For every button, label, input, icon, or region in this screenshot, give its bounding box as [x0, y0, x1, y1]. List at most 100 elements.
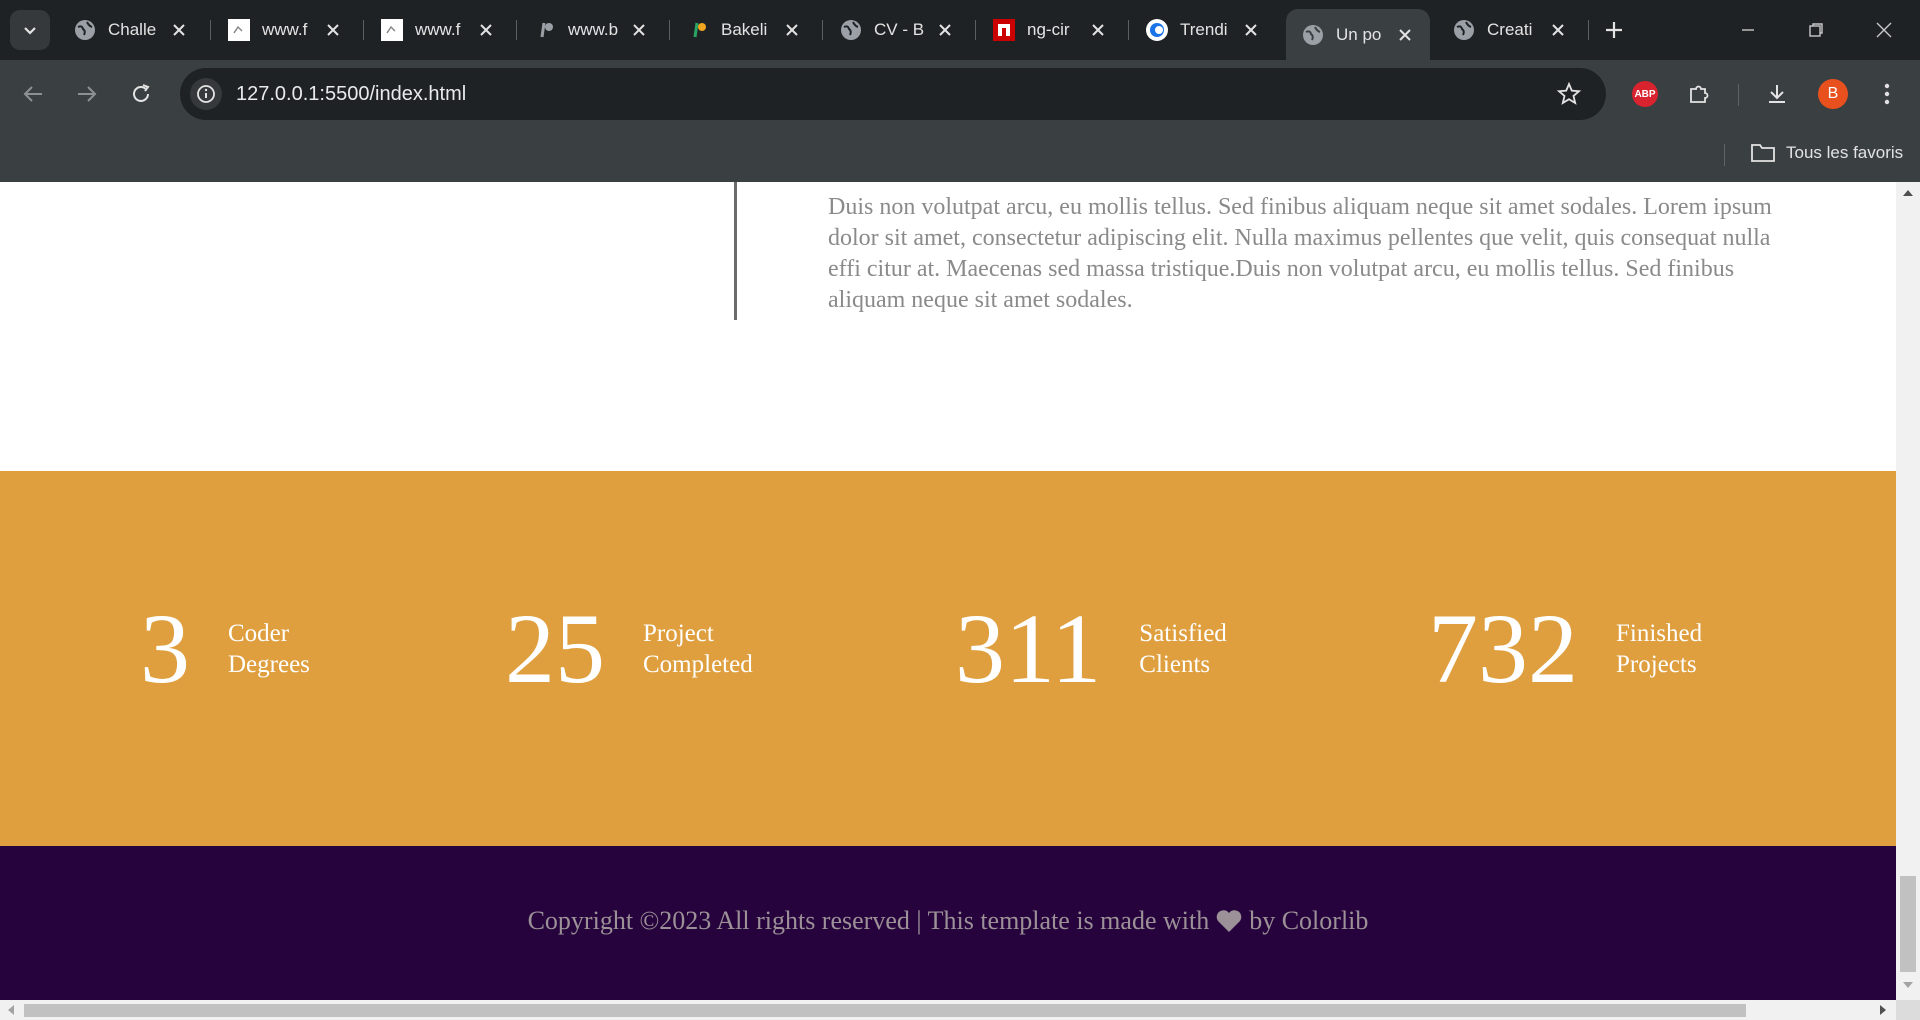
stat-label: Satisfied Clients [1139, 618, 1299, 680]
adblock-extension-button[interactable]: ABP [1628, 77, 1662, 111]
minimize-button[interactable] [1728, 10, 1768, 50]
close-icon[interactable] [1240, 19, 1262, 41]
bookmark-star-button[interactable] [1556, 81, 1582, 112]
scroll-up-arrow-icon[interactable] [1902, 188, 1914, 198]
close-icon[interactable] [1547, 19, 1569, 41]
stat-label: Coder Degrees [228, 618, 388, 680]
tab-un-po-active[interactable]: Un po [1286, 9, 1430, 60]
downloads-button[interactable] [1760, 77, 1794, 111]
tab-creati[interactable]: Creati [1437, 10, 1583, 50]
bookmarks-folder-label: Tous les favoris [1786, 143, 1904, 162]
about-paragraph: Duis non volutpat arcu, eu mollis tellus… [828, 194, 1772, 313]
profile-button[interactable]: B [1816, 77, 1850, 111]
forward-button[interactable] [70, 77, 104, 111]
stats-section: 3 Coder Degrees 25 Project Completed 311… [0, 471, 1896, 846]
menu-button[interactable] [1870, 77, 1904, 111]
download-icon [1769, 85, 1785, 103]
stat-label-line1: Finished [1616, 620, 1703, 647]
npm-icon [993, 19, 1015, 41]
vertical-scroll-thumb[interactable] [1900, 876, 1916, 972]
tab-cv[interactable]: CV - B [824, 10, 970, 50]
stat-number: 311 [955, 593, 1102, 704]
close-icon[interactable] [934, 19, 956, 41]
reload-icon [133, 84, 150, 102]
close-window-button[interactable] [1864, 10, 1904, 50]
heart-icon [1216, 910, 1242, 932]
new-tab-button[interactable] [1598, 14, 1630, 46]
bookmarks-bar: Tous les favoris [0, 128, 1920, 182]
tab-title: www.f [262, 20, 308, 39]
tab-title: www.f [415, 20, 461, 39]
star-icon [1556, 81, 1582, 105]
stat-coder-degrees: 3 Coder Degrees [140, 599, 388, 699]
reload-button[interactable] [124, 77, 158, 111]
url-text[interactable]: 127.0.0.1:5500/index.html [236, 83, 466, 106]
tab-search-button[interactable] [10, 10, 50, 50]
tab-separator [975, 20, 976, 40]
tab-title: Bakeli [721, 20, 768, 39]
tab-title: ng-cir [1027, 20, 1070, 39]
tab-separator [1588, 20, 1589, 40]
browser-toolbar: 127.0.0.1:5500/index.html ABP B [0, 60, 1920, 128]
extensions-button[interactable] [1682, 77, 1716, 111]
copyright-after[interactable]: by Colorlib [1249, 906, 1368, 936]
stat-label-line1: Satisfied [1139, 620, 1227, 647]
tab-ng-cir[interactable]: ng-cir [977, 10, 1123, 50]
vertical-scrollbar[interactable] [1896, 182, 1920, 1000]
all-bookmarks-folder[interactable]: Tous les favoris [1750, 142, 1903, 164]
back-button[interactable] [16, 77, 50, 111]
copyright-before: Copyright ©2023 All rights reserved | Th… [527, 906, 1210, 935]
chevron-down-icon [24, 27, 36, 35]
close-icon[interactable] [322, 19, 344, 41]
about-vertical-divider [734, 182, 737, 320]
stat-label-line1: Coder [228, 620, 290, 647]
scroll-down-arrow-icon[interactable] [1902, 980, 1914, 990]
site-info-button[interactable] [190, 78, 222, 110]
tab-title: Trendi [1180, 20, 1228, 39]
tab-title: CV - B [874, 20, 924, 39]
horizontal-scroll-thumb[interactable] [24, 1004, 1746, 1017]
scroll-right-arrow-icon[interactable] [1878, 1004, 1888, 1016]
scroll-left-arrow-icon[interactable] [6, 1004, 16, 1016]
bookmarks-separator [1724, 144, 1725, 166]
footer: Copyright ©2023 All rights reserved | Th… [0, 846, 1896, 1000]
arrow-right-icon [78, 86, 97, 102]
horizontal-scrollbar[interactable] [0, 1000, 1896, 1020]
stat-satisfied-clients: 311 Satisfied Clients [955, 599, 1299, 699]
toolbar-separator [1738, 84, 1739, 106]
trending-icon [1146, 19, 1168, 41]
stat-project-completed: 25 Project Completed [505, 599, 803, 699]
close-icon[interactable] [781, 19, 803, 41]
stat-number: 732 [1428, 593, 1578, 704]
tab-www-f-1[interactable]: www.f [212, 10, 358, 50]
scrollbar-corner [1896, 1000, 1920, 1020]
close-icon[interactable] [1394, 24, 1416, 46]
restore-icon [1809, 23, 1823, 37]
tab-www-f-2[interactable]: www.f [365, 10, 511, 50]
tab-title: Challe [108, 20, 157, 39]
site-icon [228, 19, 250, 41]
stat-number: 25 [505, 593, 605, 704]
tab-www-b[interactable]: www.b [518, 10, 664, 50]
stat-number: 3 [140, 593, 190, 704]
site-icon [381, 19, 403, 41]
close-icon[interactable] [628, 19, 650, 41]
close-icon[interactable] [475, 19, 497, 41]
tab-separator [669, 20, 670, 40]
globe-icon [1303, 24, 1323, 45]
tab-separator [516, 20, 517, 40]
tab-bakeli[interactable]: Bakeli [671, 10, 817, 50]
bakeli-icon [540, 22, 553, 38]
stat-label: Finished Projects [1616, 618, 1776, 680]
tab-trendi[interactable]: Trendi [1130, 10, 1276, 50]
close-icon [1876, 22, 1892, 38]
close-icon[interactable] [1087, 19, 1109, 41]
bakeli-icon [693, 22, 706, 38]
address-bar[interactable]: 127.0.0.1:5500/index.html [180, 68, 1606, 120]
stat-label-line2: Degrees [228, 651, 310, 678]
tab-challe[interactable]: Challe [58, 10, 204, 50]
restore-button[interactable] [1796, 10, 1836, 50]
tab-strip: Challe www.f www.f www.b Bakeli CV - B n… [0, 0, 1920, 60]
adblock-icon: ABP [1632, 81, 1658, 107]
close-icon[interactable] [168, 19, 190, 41]
